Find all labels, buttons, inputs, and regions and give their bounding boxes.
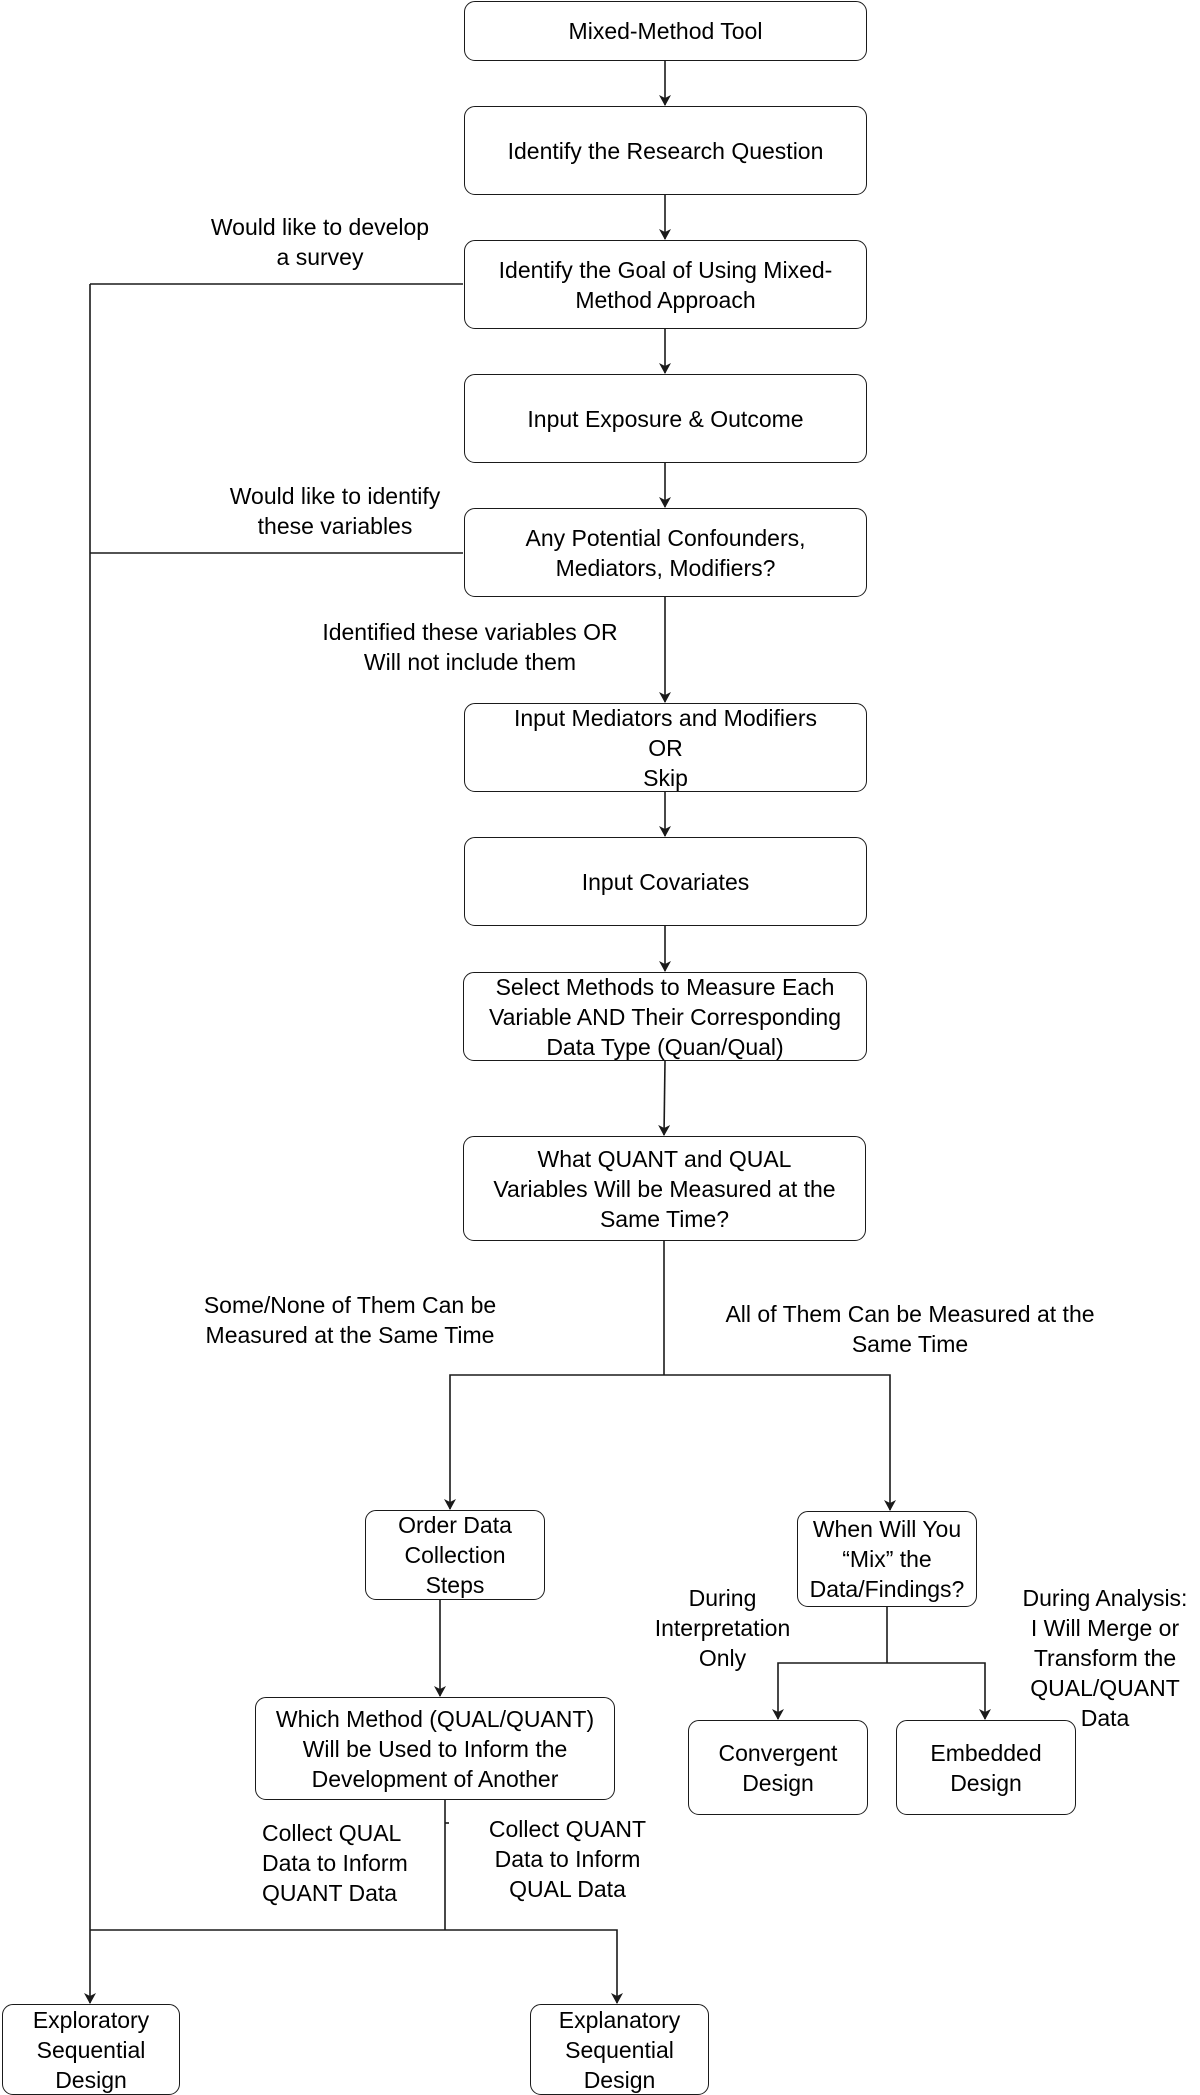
node-embedded: Embedded Design — [896, 1720, 1076, 1815]
label-all-same-time: All of Them Can be Measured at the Same … — [725, 1301, 1095, 1357]
label-during-analysis: During Analysis: I Will Merge or Transfo… — [1022, 1585, 1188, 1731]
edge-select-to-sametime — [658, 1060, 671, 1136]
node-confounders: Any Potential Confounders, Mediators, Mo… — [464, 508, 867, 597]
label-quant-to-qual: Collect QUANT Data to Inform QUAL Data — [488, 1816, 647, 1902]
edge-split-to-when — [664, 1374, 896, 1511]
label-identify-variables: Would like to identify these variables — [229, 483, 441, 539]
node-exposure-outcome: Input Exposure & Outcome — [464, 374, 867, 463]
node-explanatory: Explanatory Sequential Design — [530, 2004, 709, 2095]
label-some-none: Some/None of Them Can be Measured at the… — [203, 1292, 497, 1348]
node-covariates: Input Covariates — [464, 837, 867, 926]
node-convergent: Convergent Design — [688, 1720, 868, 1815]
node-mediators-modifiers: Input Mediators and Modifiers OR Skip — [464, 703, 867, 792]
node-start: Mixed-Method Tool — [464, 1, 867, 61]
node-goal: Identify the Goal of Using Mixed- Method… — [464, 240, 867, 329]
label-identified-or-skip: Identified these variables OR Will not i… — [322, 619, 618, 675]
node-same-time: What QUANT and QUAL Variables Will be Me… — [463, 1136, 866, 1241]
node-select-methods: Select Methods to Measure Each Variable … — [463, 972, 867, 1061]
node-exploratory: Exploratory Sequential Design — [2, 2004, 180, 2095]
node-which-method: Which Method (QUAL/QUANT) Will be Used t… — [255, 1697, 615, 1800]
label-during-interpretation: During Interpretation Only — [654, 1585, 791, 1671]
edge-split-to-order — [444, 1374, 664, 1510]
node-research-question: Identify the Research Question — [464, 106, 867, 195]
label-develop-survey: Would like to develop a survey — [210, 214, 430, 270]
edge-bottom-bus — [90, 1929, 623, 2004]
label-qual-to-quant: Collect QUAL Data to Inform QUANT Data — [262, 1820, 408, 1906]
edge-when-to-embedded — [887, 1662, 991, 1720]
node-when-mix: When Will You “Mix” the Data/Findings? — [797, 1511, 977, 1607]
node-order-steps: Order Data Collection Steps — [365, 1510, 545, 1600]
